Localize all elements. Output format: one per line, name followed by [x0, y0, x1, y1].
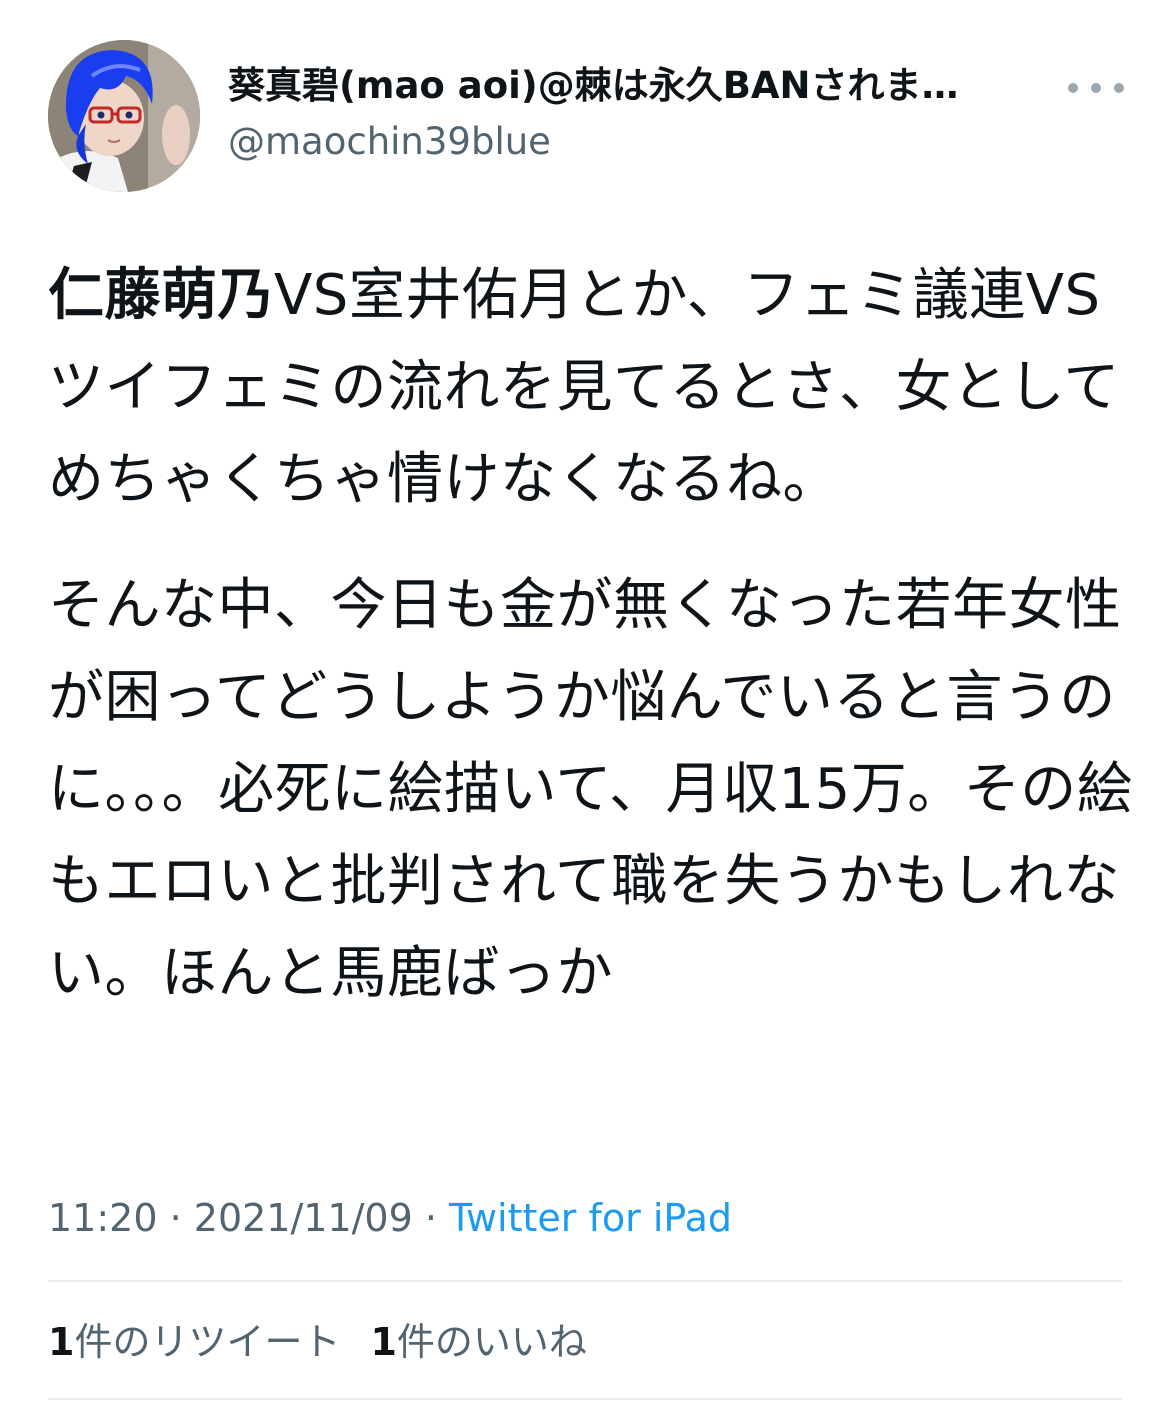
meta-separator: · — [412, 1196, 450, 1240]
tweet-stats: 1件のリツイート 1件のいいね — [48, 1314, 587, 1370]
tweet-paragraph-2: そんな中、今日も金が無くなった若年女性が困ってどうしようか悩んでいると言うのに。… — [48, 573, 1134, 1006]
tweet-metadata: 11:20 · 2021/11/09 · Twitter for iPad — [48, 1190, 732, 1246]
avatar[interactable] — [48, 40, 200, 192]
author-handle[interactable]: @maochin39blue — [228, 118, 1048, 166]
like-label: 件のいいね — [396, 1320, 587, 1364]
divider — [48, 1280, 1122, 1282]
tweet-date[interactable]: 2021/11/09 — [194, 1196, 413, 1240]
author-block[interactable]: 葵真碧(mao aoi)@棘は永久BANされま… @maochin39blue — [228, 62, 1048, 166]
more-options-button[interactable] — [1068, 70, 1124, 106]
author-display-name[interactable]: 葵真碧(mao aoi)@棘は永久BANされま… — [228, 62, 1048, 110]
more-horizontal-icon — [1068, 83, 1078, 93]
likes-stat[interactable]: 1件のいいね — [370, 1320, 586, 1364]
more-horizontal-icon-dot — [1114, 83, 1124, 93]
tweet-bold-name: 仁藤萌乃 — [48, 263, 274, 328]
retweet-label: 件のリツイート — [74, 1320, 341, 1364]
avatar-illustration — [48, 40, 200, 192]
retweets-stat[interactable]: 1件のリツイート — [48, 1320, 340, 1364]
more-horizontal-icon-dot — [1091, 83, 1101, 93]
tweet-time[interactable]: 11:20 — [48, 1196, 158, 1240]
tweet-paragraph-1: 仁藤萌乃VS室井佑月とか、フェミ議連VSツイフェミの流れを見てるとさ、女としてめ… — [48, 250, 1138, 526]
tweet-text: 仁藤萌乃VS室井佑月とか、フェミ議連VSツイフェミの流れを見てるとさ、女としてめ… — [48, 250, 1138, 1020]
meta-separator: · — [157, 1196, 194, 1240]
tweet-source-link[interactable]: Twitter for iPad — [449, 1196, 732, 1240]
tweet-detail: 葵真碧(mao aoi)@棘は永久BANされま… @maochin39blue … — [0, 0, 1170, 1416]
divider — [48, 1398, 1122, 1400]
like-count: 1 — [370, 1320, 397, 1364]
retweet-count: 1 — [48, 1320, 75, 1364]
